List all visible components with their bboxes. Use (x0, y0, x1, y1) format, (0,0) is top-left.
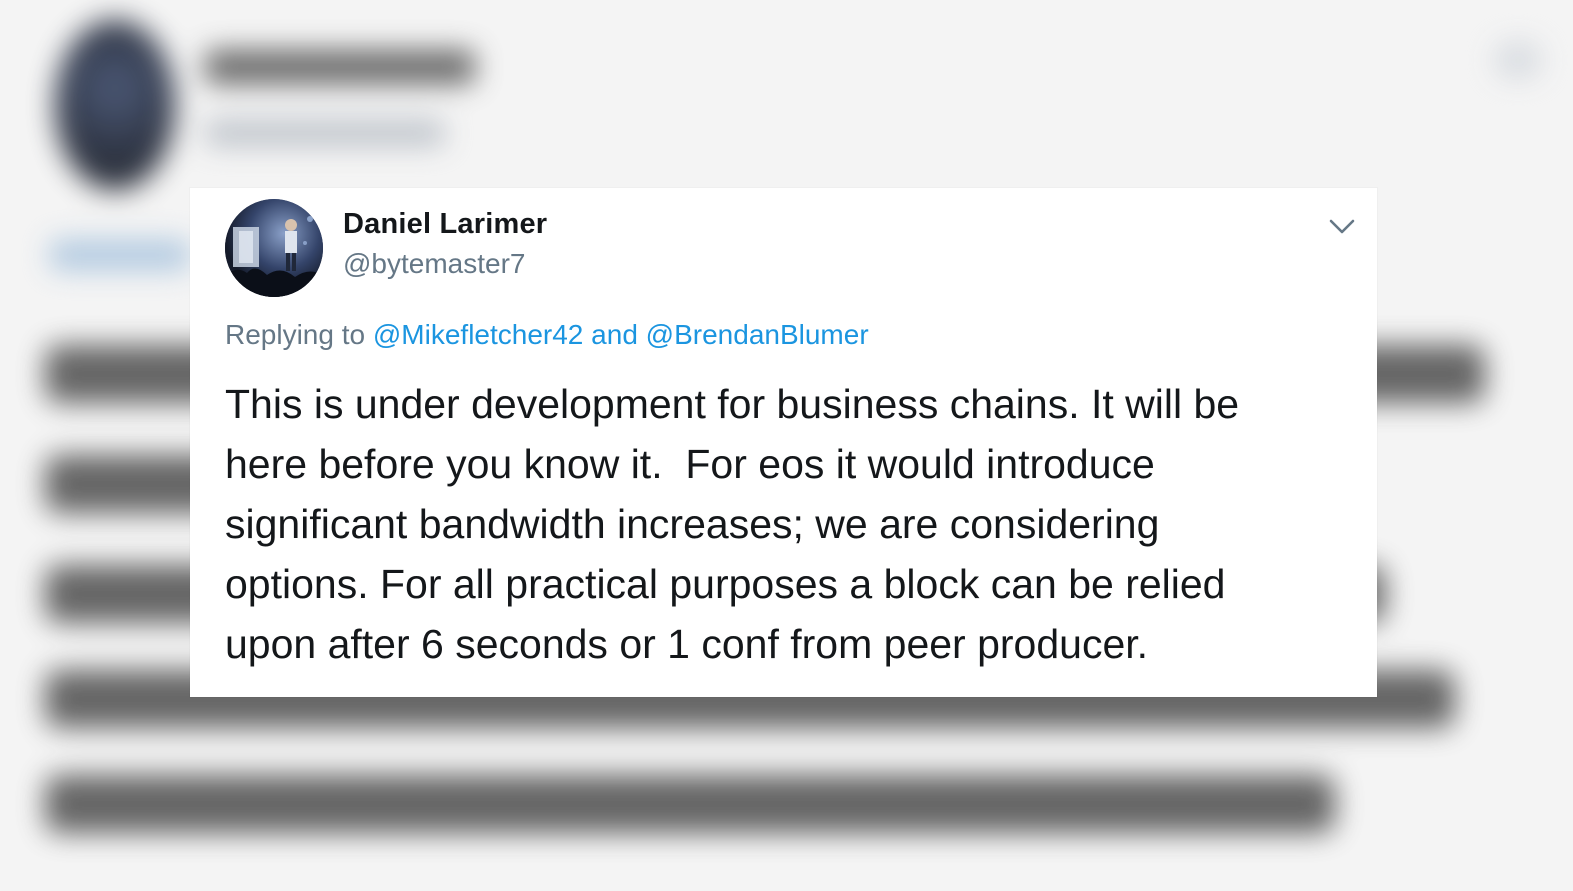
profile-photo-icon (225, 199, 323, 297)
blurred-text-line (45, 775, 1335, 833)
tweet-text-line: This is under development for business c… (225, 381, 1240, 427)
reply-context: Replying to @Mikefletcher42 and @Brendan… (225, 319, 869, 351)
avatar[interactable] (225, 199, 323, 297)
tweet-text-line: here before you know it. For eos it woul… (225, 441, 1155, 487)
blurred-avatar (55, 20, 175, 190)
screenshot-stage: Daniel Larimer @bytemaster7 Replying to … (0, 0, 1573, 891)
blurred-reply-line (50, 240, 190, 270)
tweet-text-line: significant bandwidth increases; we are … (225, 501, 1160, 547)
tweet-text: This is under development for business c… (225, 374, 1345, 674)
tweet-text-line: upon after 6 seconds or 1 conf from peer… (225, 621, 1149, 667)
blurred-handle (205, 120, 445, 146)
reply-conjunction: and (591, 319, 638, 350)
mention-link[interactable]: @Mikefletcher42 (373, 319, 584, 350)
tweet-card: Daniel Larimer @bytemaster7 Replying to … (190, 188, 1377, 697)
display-name[interactable]: Daniel Larimer (343, 208, 547, 241)
blurred-chevron (1493, 40, 1543, 80)
tweet-text-line: options. For all practical purposes a bl… (225, 561, 1226, 607)
mention-link[interactable]: @BrendanBlumer (646, 319, 869, 350)
reply-prefix: Replying to (225, 319, 366, 350)
blurred-name (205, 50, 475, 84)
user-handle[interactable]: @bytemaster7 (343, 248, 526, 280)
chevron-down-icon[interactable] (1328, 216, 1356, 236)
